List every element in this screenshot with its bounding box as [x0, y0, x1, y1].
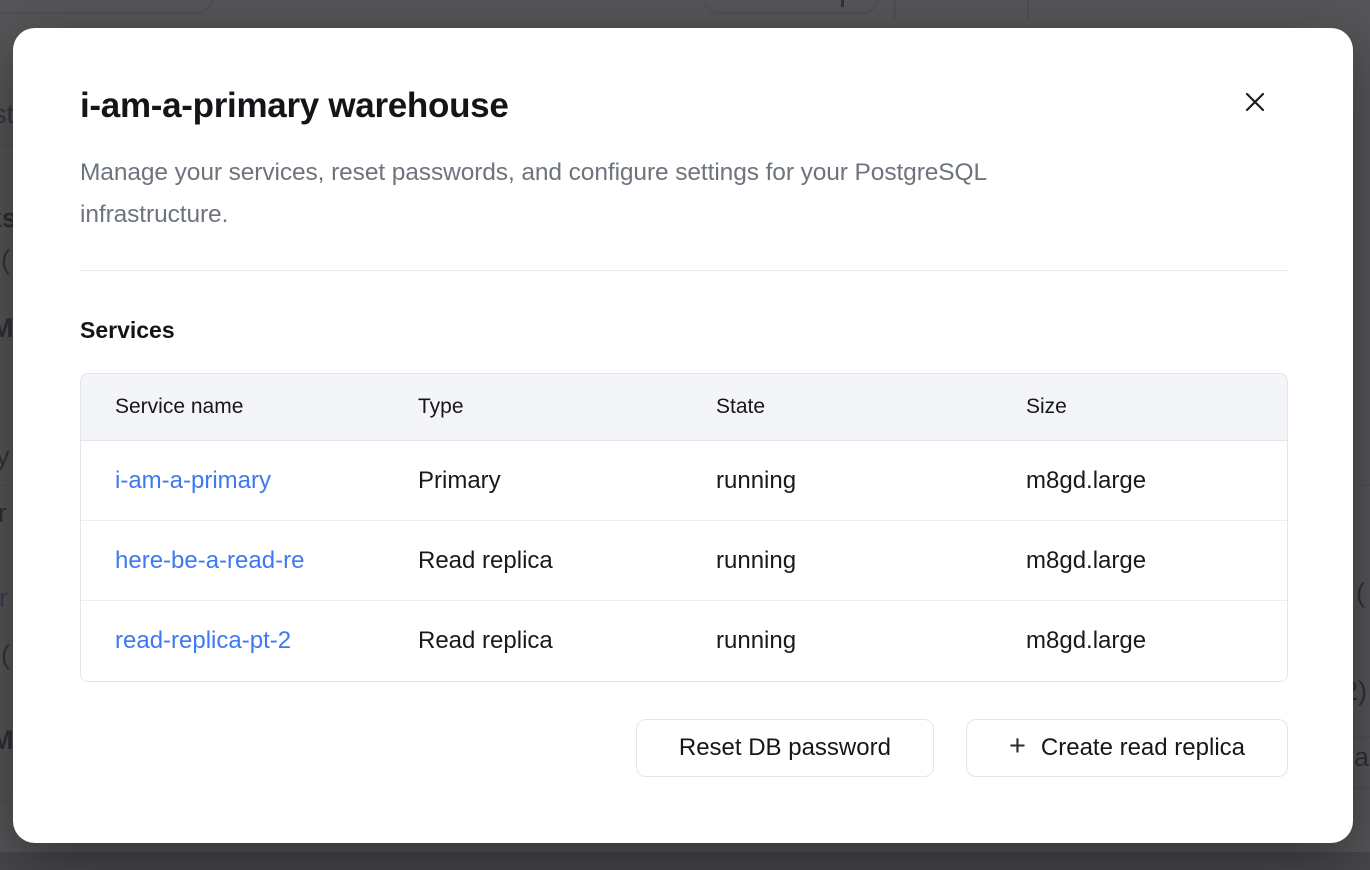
service-size-cell: m8gd.large — [992, 547, 1287, 575]
service-name-cell: read-replica-pt-2 — [81, 627, 384, 655]
column-header-state: State — [682, 395, 992, 419]
service-link[interactable]: i-am-a-primary — [115, 467, 271, 494]
table-row: read-replica-pt-2 Read replica running m… — [81, 601, 1287, 681]
reset-db-password-button[interactable]: Reset DB password — [636, 719, 934, 777]
close-icon — [1243, 90, 1267, 114]
column-header-type: Type — [384, 395, 682, 419]
service-type-cell: Read replica — [384, 627, 682, 655]
service-type-cell: Read replica — [384, 547, 682, 575]
column-header-service-name: Service name — [81, 395, 384, 419]
service-name-cell: i-am-a-primary — [81, 467, 384, 495]
services-table: Service name Type State Size i-am-a-prim… — [80, 373, 1288, 682]
table-row: i-am-a-primary Primary running m8gd.larg… — [81, 441, 1287, 521]
service-state-cell: running — [682, 547, 992, 575]
plus-icon: + — [1009, 732, 1026, 761]
column-header-size: Size — [992, 395, 1287, 419]
service-link[interactable]: here-be-a-read-re — [115, 547, 304, 574]
create-read-replica-button[interactable]: + Create read replica — [966, 719, 1288, 777]
table-header-row: Service name Type State Size — [81, 374, 1287, 441]
service-state-cell: running — [682, 467, 992, 495]
section-divider — [80, 270, 1288, 271]
modal-footer: Reset DB password + Create read replica — [80, 719, 1288, 777]
service-size-cell: m8gd.large — [992, 627, 1287, 655]
close-button[interactable] — [1233, 80, 1277, 124]
service-state-cell: running — [682, 627, 992, 655]
services-heading: Services — [80, 317, 1288, 344]
modal-title: i-am-a-primary warehouse — [80, 86, 1288, 126]
service-type-cell: Primary — [384, 467, 682, 495]
service-size-cell: m8gd.large — [992, 467, 1287, 495]
modal-description: Manage your services, reset passwords, a… — [80, 152, 1105, 236]
service-link[interactable]: read-replica-pt-2 — [115, 627, 291, 654]
modal-dialog: i-am-a-primary warehouse Manage your ser… — [13, 28, 1353, 843]
reset-db-password-label: Reset DB password — [679, 734, 891, 762]
table-row: here-be-a-read-re Read replica running m… — [81, 521, 1287, 601]
service-name-cell: here-be-a-read-re — [81, 547, 384, 575]
create-read-replica-label: Create read replica — [1041, 734, 1245, 762]
